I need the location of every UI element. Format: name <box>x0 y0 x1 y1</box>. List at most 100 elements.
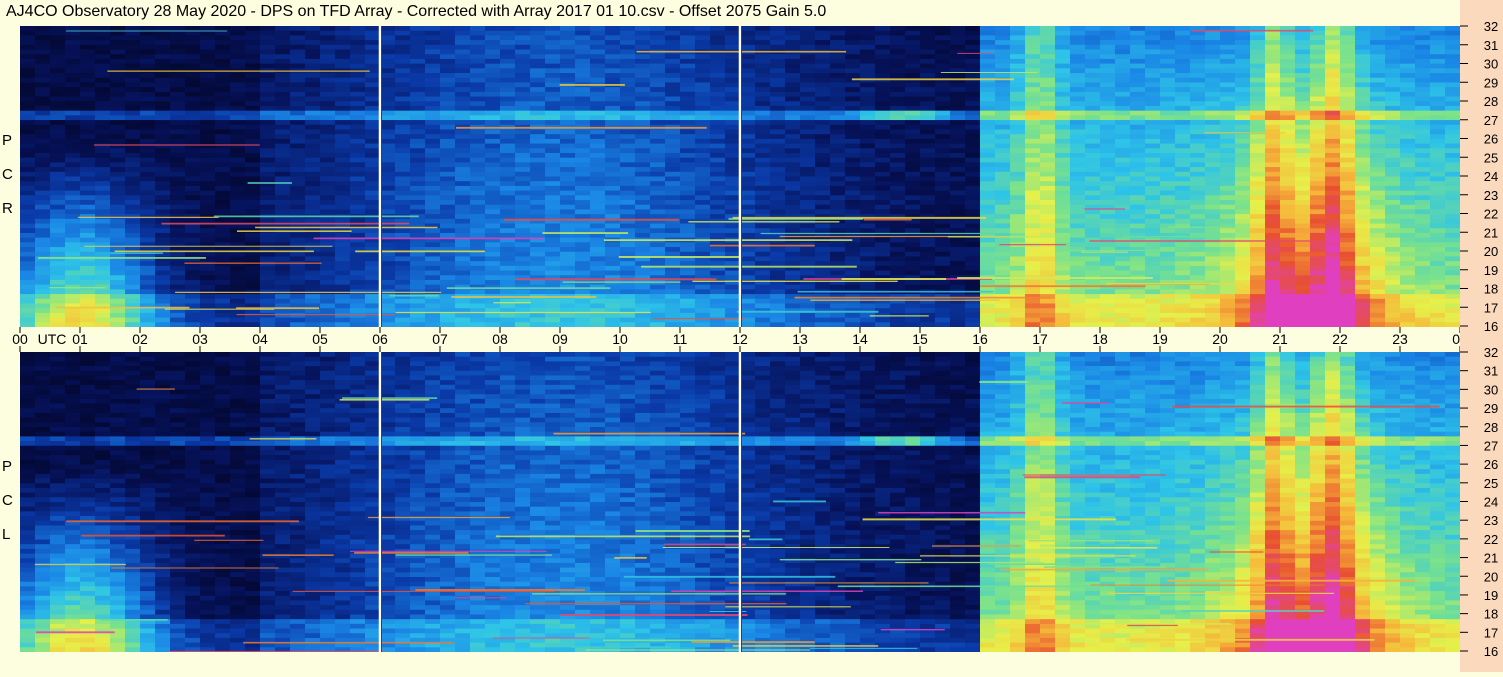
heatmap-cell <box>1370 143 1386 149</box>
heatmap-cell <box>800 77 816 84</box>
heatmap-cell <box>125 237 141 243</box>
heatmap-cell <box>740 148 756 154</box>
heatmap-cell <box>260 87 276 93</box>
heatmap-cell <box>1400 223 1416 229</box>
heatmap-cell <box>275 200 291 206</box>
heatmap-cell <box>965 82 981 88</box>
heatmap-cell <box>785 181 801 187</box>
heatmap-cell <box>800 200 816 206</box>
heatmap-cell <box>905 223 921 229</box>
heatmap-cell <box>1235 261 1251 267</box>
heatmap-cell <box>80 124 96 131</box>
heatmap-cell <box>170 143 186 149</box>
heatmap-cell <box>1445 58 1460 65</box>
heatmap-cell <box>800 63 816 69</box>
heatmap-cell <box>290 129 306 135</box>
heatmap-cell <box>320 247 336 253</box>
heatmap-cell <box>485 120 501 126</box>
heatmap-cell <box>200 143 216 149</box>
heatmap-cell <box>1040 120 1056 126</box>
heatmap-cell <box>830 261 846 267</box>
heatmap-cell <box>995 63 1011 69</box>
heatmap-cell <box>230 30 246 36</box>
heatmap-cell <box>620 91 636 98</box>
heatmap-cell <box>1340 167 1356 173</box>
heatmap-cell <box>1325 242 1341 248</box>
heatmap-cell <box>860 171 876 178</box>
heatmap-cell <box>875 185 891 192</box>
heatmap-cell <box>395 171 411 178</box>
heatmap-cell <box>980 223 996 229</box>
heatmap-cell <box>1070 115 1086 121</box>
heatmap-cell <box>1415 143 1431 149</box>
heatmap-cell <box>965 138 981 145</box>
heatmap-cell <box>350 200 366 206</box>
heatmap-cell <box>1445 101 1460 107</box>
heatmap-cell <box>1235 176 1251 182</box>
heatmap-cell <box>515 138 531 145</box>
heatmap-cell <box>305 242 321 248</box>
heatmap-cell <box>140 49 156 55</box>
heatmap-cell <box>1355 162 1371 168</box>
heatmap-cell <box>935 134 951 140</box>
heatmap-cell <box>290 105 306 112</box>
heatmap-cell <box>815 115 831 121</box>
heatmap-cell <box>950 237 966 243</box>
heatmap-cell <box>65 265 81 272</box>
heatmap-cell <box>1295 218 1311 225</box>
heatmap-cell <box>245 77 261 84</box>
heatmap-cell <box>1310 200 1326 206</box>
heatmap-cell <box>365 228 381 234</box>
heatmap-cell <box>830 148 846 154</box>
heatmap-cell <box>605 115 621 121</box>
heatmap-cell <box>470 49 486 55</box>
heatmap-cell <box>935 157 951 163</box>
heatmap-cell <box>140 63 156 69</box>
heatmap-cell <box>110 167 126 173</box>
heatmap-cell <box>1400 73 1416 79</box>
heatmap-cell <box>440 138 456 145</box>
heatmap-cell <box>170 176 186 182</box>
heatmap-cell <box>1370 228 1386 234</box>
heatmap-cell <box>635 200 651 206</box>
heatmap-cell <box>1415 232 1431 239</box>
heatmap-cell <box>860 223 876 229</box>
heatmap-cell <box>1130 101 1146 107</box>
heatmap-cell <box>545 242 561 248</box>
heatmap-cell <box>1205 63 1221 69</box>
heatmap-cell <box>365 251 381 258</box>
heatmap-cell <box>215 120 231 126</box>
heatmap-cell <box>740 58 756 65</box>
heatmap-cell <box>890 157 906 163</box>
heatmap-cell <box>875 138 891 145</box>
heatmap-cell <box>1235 195 1251 201</box>
heatmap-cell <box>815 251 831 258</box>
heatmap-cell <box>980 96 996 102</box>
heatmap-cell <box>680 214 696 220</box>
heatmap-cell <box>560 35 576 41</box>
heatmap-cell <box>1145 162 1161 168</box>
heatmap-cell <box>110 185 126 192</box>
heatmap-cell <box>1130 162 1146 168</box>
heatmap-cell <box>560 110 576 116</box>
heatmap-cell <box>545 44 561 51</box>
heatmap-cell <box>260 265 276 272</box>
heatmap-cell <box>545 49 561 55</box>
heatmap-cell <box>275 138 291 145</box>
heatmap-cell <box>890 26 906 32</box>
heatmap-cell <box>1070 143 1086 149</box>
heatmap-cell <box>920 261 936 267</box>
heatmap-cell <box>815 204 831 211</box>
heatmap-cell <box>230 115 246 121</box>
heatmap-cell <box>695 96 711 102</box>
heatmap-cell <box>335 115 351 121</box>
heatmap-cell <box>1220 176 1236 182</box>
heatmap-cell <box>320 232 336 239</box>
heatmap-cell <box>20 30 36 36</box>
heatmap-cell <box>1265 152 1281 159</box>
heatmap-cell <box>20 176 36 182</box>
heatmap-cell <box>1415 167 1431 173</box>
heatmap-cell <box>95 87 111 93</box>
heatmap-cell <box>65 195 81 201</box>
heatmap-cell <box>170 58 186 65</box>
